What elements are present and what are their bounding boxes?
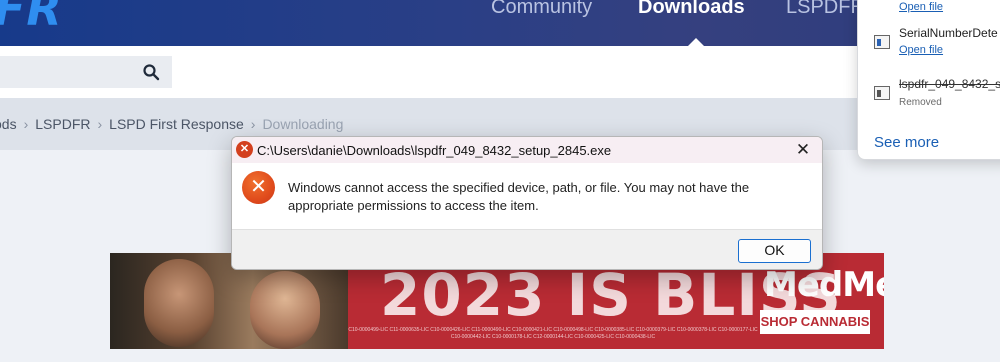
active-nav-indicator: [688, 38, 704, 46]
dialog-footer: OK: [232, 229, 822, 269]
breadcrumb-lspdfr[interactable]: LSPDFR: [35, 116, 90, 132]
search-icon[interactable]: [142, 63, 160, 81]
site-logo[interactable]: FR: [0, 0, 63, 36]
file-icon: [874, 35, 890, 49]
error-dialog: ✕ C:\Users\danie\Downloads\lspdfr_049_84…: [231, 136, 823, 270]
breadcrumb-lspd-first-response[interactable]: LSPD First Response: [109, 116, 244, 132]
nav-lspdfr[interactable]: LSPDFR: [786, 0, 865, 19]
download-3-name[interactable]: lspdfr_049_8432_s: [899, 77, 1000, 91]
ad-shop-button[interactable]: SHOP CANNABIS: [760, 310, 870, 334]
nav-downloads[interactable]: Downloads: [638, 0, 745, 19]
breadcrumb-downloads[interactable]: ods: [0, 116, 17, 132]
downloads-flyout: Open file SerialNumberDete Open file lsp…: [857, 0, 1000, 160]
search-row: [0, 46, 1000, 98]
site-header: FR Community Downloads LSPDFR: [0, 0, 1000, 46]
nav-community[interactable]: Community: [491, 0, 592, 19]
close-icon[interactable]: ✕: [792, 139, 814, 161]
error-icon: ✕: [242, 171, 275, 204]
see-more-link[interactable]: See more: [874, 134, 939, 151]
search-input[interactable]: [0, 56, 172, 88]
download-2-open-file[interactable]: Open file: [899, 44, 943, 56]
breadcrumb-separator: ›: [97, 116, 103, 132]
breadcrumb-current: Downloading: [262, 116, 344, 132]
ok-button[interactable]: OK: [738, 239, 811, 263]
breadcrumb-separator: ›: [250, 116, 256, 132]
download-1-open-file[interactable]: Open file: [899, 1, 943, 13]
file-icon: [874, 86, 890, 100]
download-2-name[interactable]: SerialNumberDete: [899, 26, 998, 40]
breadcrumb: ods › LSPDFR › LSPD First Response › Downloadi…: [0, 116, 343, 132]
ad-license-text: C10-0000499-LIC C11-0000635-LIC C10-0000…: [348, 327, 758, 340]
error-icon: ✕: [236, 141, 253, 158]
dialog-titlebar[interactable]: ✕ C:\Users\danie\Downloads\lspdfr_049_84…: [232, 137, 822, 163]
download-3-status: Removed: [899, 97, 942, 108]
dialog-message: Windows cannot access the specified devi…: [288, 180, 750, 213]
ad-brand-logo: MedMen: [764, 265, 884, 305]
breadcrumb-separator: ›: [23, 116, 29, 132]
ad-person-1: [144, 259, 214, 347]
ad-person-2: [250, 271, 320, 349]
dialog-title: C:\Users\danie\Downloads\lspdfr_049_8432…: [257, 143, 612, 158]
